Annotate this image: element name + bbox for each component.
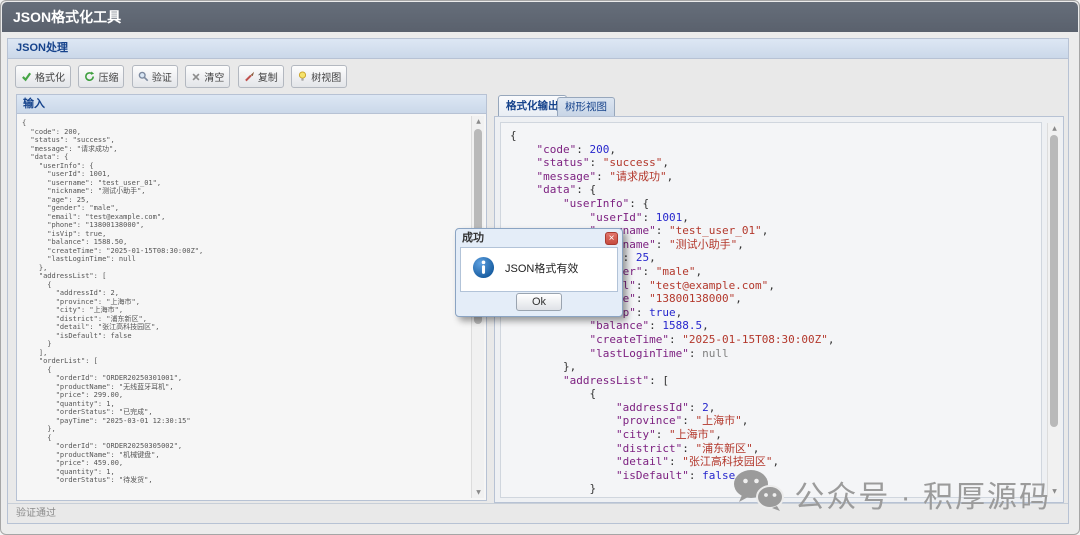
validate-button[interactable]: 验证 (132, 65, 178, 88)
magnifier-icon (138, 71, 149, 82)
compress-button-label: 压缩 (98, 69, 118, 84)
toolbar: 格式化 压缩 验证 清空 复制 树视图 (8, 59, 1068, 91)
validate-button-label: 验证 (152, 69, 172, 84)
close-icon[interactable]: × (605, 232, 618, 245)
compress-icon (84, 71, 95, 82)
tab-tree-view[interactable]: 树形视图 (557, 97, 615, 116)
dialog-body: JSON格式有效 (460, 247, 618, 292)
json-processing-title: JSON处理 (16, 42, 68, 54)
input-panel: 输入 { "code": 200, "status": "success", "… (16, 94, 487, 501)
scroll-down-icon[interactable]: ▼ (472, 487, 485, 498)
dialog-footer: Ok (456, 292, 622, 312)
success-dialog: 成功 × JSON格式有效 Ok (455, 228, 623, 317)
clear-x-icon (191, 72, 201, 82)
json-processing-header: JSON处理 (8, 39, 1068, 59)
ok-button[interactable]: Ok (516, 293, 562, 311)
app-title-bar: JSON格式化工具 (2, 2, 1078, 32)
output-scrollbar[interactable]: ▲ ▼ (1047, 123, 1060, 497)
status-text: 验证通过 (16, 508, 56, 519)
dialog-title: 成功 (462, 232, 484, 244)
wechat-icon (732, 468, 784, 520)
info-icon (472, 256, 495, 284)
scroll-up-icon[interactable]: ▲ (472, 116, 485, 127)
output-tabstrip: 格式化输出 树形视图 (494, 94, 1064, 116)
app-window: JSON格式化工具 JSON处理 格式化 压缩 验证 清空 (0, 0, 1080, 535)
bulb-icon (297, 71, 308, 82)
compress-button[interactable]: 压缩 (78, 65, 124, 88)
input-panel-title: 输入 (23, 98, 45, 110)
tree-view-button-label: 树视图 (311, 69, 341, 84)
check-icon (21, 71, 32, 82)
dialog-title-bar[interactable]: 成功 (456, 229, 622, 247)
watermark: 公众号 · 积厚源码 (732, 468, 1051, 520)
copy-button[interactable]: 复制 (238, 65, 284, 88)
app-title: JSON格式化工具 (13, 9, 121, 25)
watermark-text: 公众号 · 积厚源码 (794, 472, 1051, 516)
clear-button[interactable]: 清空 (185, 65, 230, 88)
clear-button-label: 清空 (204, 69, 224, 84)
brush-icon (244, 71, 255, 82)
format-button[interactable]: 格式化 (15, 65, 71, 88)
input-panel-header: 输入 (17, 95, 486, 114)
format-button-label: 格式化 (35, 69, 65, 84)
output-scrollbar-thumb[interactable] (1050, 135, 1058, 427)
json-input[interactable]: { "code": 200, "status": "success", "mes… (22, 119, 468, 497)
tree-view-button[interactable]: 树视图 (291, 65, 347, 88)
input-body: { "code": 200, "status": "success", "mes… (17, 114, 486, 500)
dialog-message: JSON格式有效 (505, 260, 578, 276)
copy-button-label: 复制 (258, 69, 278, 84)
scroll-up-icon[interactable]: ▲ (1048, 123, 1061, 134)
